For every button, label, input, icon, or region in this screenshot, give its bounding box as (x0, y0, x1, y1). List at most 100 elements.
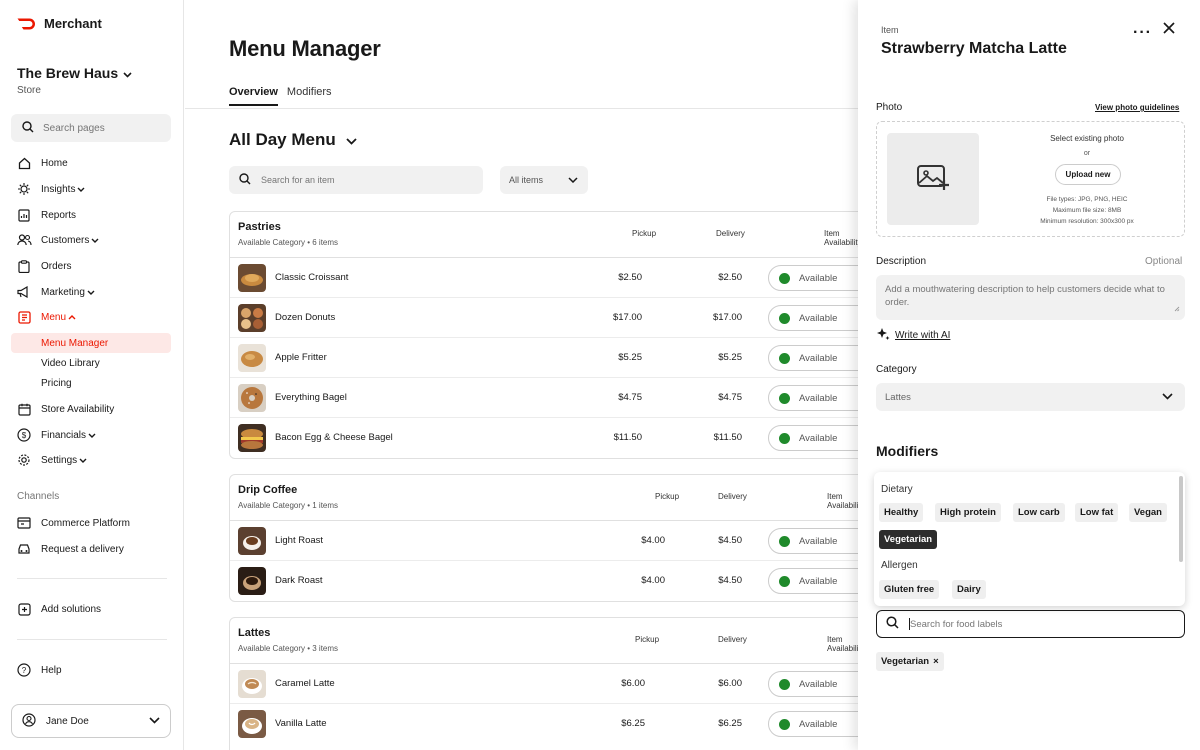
category-header[interactable]: Pastries Available Category • 6 items Pi… (230, 212, 858, 258)
label-chip-dairy[interactable]: Dairy (952, 580, 986, 599)
item-search-input[interactable]: Search for an item (229, 166, 483, 194)
nav-menu[interactable]: Menu (11, 307, 171, 327)
nav-video-library[interactable]: Video Library (11, 353, 171, 373)
availability-status: Available (799, 272, 838, 284)
nav-store-availability[interactable]: Store Availability (11, 399, 171, 419)
page-title: Menu Manager (229, 36, 381, 61)
svg-text:?: ? (22, 666, 27, 675)
description-label: Description (876, 256, 927, 267)
caramel-latte-photo (238, 670, 266, 698)
availability-toggle[interactable]: Available (768, 305, 858, 331)
table-row[interactable]: Dark Roast $4.00 $4.50 Available (230, 561, 858, 601)
availability-toggle[interactable]: Available (768, 265, 858, 291)
item-name: Vanilla Latte (275, 718, 327, 729)
photo-placeholder (887, 133, 979, 225)
status-dot (779, 312, 790, 324)
more-options-icon[interactable]: ··· (1133, 24, 1152, 42)
sidebar-search-input[interactable]: Search pages (11, 114, 171, 142)
availability-status: Available (799, 432, 838, 444)
selected-label-tag[interactable]: Vegetarian × (876, 652, 944, 671)
photo-requirement: File types: JPG, PNG, HEIC (1046, 196, 1128, 203)
label-chip-high-protein[interactable]: High protein (935, 503, 1001, 522)
nav-add-solutions[interactable]: Add solutions (11, 599, 171, 619)
nav-pricing[interactable]: Pricing (11, 373, 171, 393)
category-card: Lattes Available Category • 3 items Pick… (229, 617, 858, 750)
tab-modifiers[interactable]: Modifiers (287, 86, 332, 106)
menu-selector[interactable]: All Day Menu (229, 130, 357, 150)
nav-customers[interactable]: Customers (11, 230, 171, 250)
close-icon[interactable] (1163, 22, 1175, 37)
help-icon: ? (16, 663, 32, 677)
label-chip-low-fat[interactable]: Low fat (1075, 503, 1119, 522)
availability-toggle[interactable]: Available (768, 711, 858, 737)
status-dot (779, 718, 790, 730)
availability-toggle[interactable]: Available (768, 345, 858, 371)
label-chip-healthy[interactable]: Healthy (879, 503, 924, 522)
photo-upload-area[interactable]: Select existing photo or Upload new File… (876, 121, 1185, 237)
store-switcher[interactable]: The Brew Haus (17, 65, 132, 81)
nav-settings-label: Settings (41, 454, 78, 466)
availability-toggle[interactable]: Available (768, 385, 858, 411)
nav-menu-manager[interactable]: Menu Manager (11, 333, 171, 353)
dropdown-scrollbar[interactable] (1179, 476, 1183, 562)
availability-toggle[interactable]: Available (768, 528, 858, 554)
availability-toggle[interactable]: Available (768, 425, 858, 451)
category-subtitle: Available Category • 6 items (238, 238, 339, 247)
item-pickup-price: $5.25 (618, 352, 642, 363)
item-detail-panel: Item Strawberry Matcha Latte ··· Photo V… (858, 0, 1200, 750)
nav-commerce-platform[interactable]: Commerce Platform (11, 513, 171, 533)
tab-overview[interactable]: Overview (229, 86, 278, 106)
label-chip-low-carb[interactable]: Low carb (1013, 503, 1065, 522)
table-row[interactable]: Apple Fritter $5.25 $5.25 Available (230, 338, 858, 378)
item-name: Everything Bagel (275, 392, 347, 403)
items-filter-value: All items (509, 175, 544, 185)
nav-reports[interactable]: Reports (11, 205, 171, 225)
photo-guidelines-link[interactable]: View photo guidelines (1095, 103, 1179, 112)
table-row[interactable]: Dozen Donuts $17.00 $17.00 Available (230, 298, 858, 338)
nav-orders[interactable]: Orders (11, 256, 171, 276)
nav-settings[interactable]: Settings (11, 450, 171, 470)
category-card: Drip Coffee Available Category • 1 items… (229, 474, 858, 602)
column-pickup: Pickup (655, 492, 680, 501)
availability-toggle[interactable]: Available (768, 568, 858, 594)
nav-insights[interactable]: Insights (11, 179, 171, 199)
table-row[interactable]: Classic Croissant $2.50 $2.50 Available (230, 258, 858, 298)
chevron-down-icon (568, 175, 578, 185)
category-select[interactable]: Lattes (876, 383, 1185, 411)
category-value: Lattes (885, 391, 911, 403)
table-row[interactable]: Caramel Latte $6.00 $6.00 Available (230, 664, 858, 704)
upload-new-button[interactable]: Upload new (1055, 164, 1121, 185)
dark-roast-photo (238, 567, 266, 595)
table-row[interactable]: Bacon Egg & Cheese Bagel $11.50 $11.50 A… (230, 418, 858, 458)
write-with-ai-button[interactable]: Write with AI (876, 327, 950, 344)
food-label-search-placeholder: Search for food labels (910, 618, 1003, 630)
nav-menu-label: Menu (41, 311, 67, 323)
label-chip-vegetarian[interactable]: Vegetarian (879, 530, 938, 549)
resize-handle-icon[interactable] (1174, 303, 1180, 316)
description-textarea[interactable]: Add a mouthwatering description to help … (876, 275, 1185, 320)
table-row[interactable]: Vanilla Latte $6.25 $6.25 Available (230, 704, 858, 744)
nav-marketing[interactable]: Marketing (11, 282, 171, 302)
items-filter-dropdown[interactable]: All items (500, 166, 588, 194)
item-delivery-price: $11.50 (713, 432, 742, 443)
nav-request-delivery[interactable]: Request a delivery (11, 539, 171, 559)
apple-fritter-photo (238, 344, 266, 372)
sparkle-icon (876, 327, 890, 344)
food-label-search-input[interactable]: Search for food labels (876, 610, 1185, 638)
table-row[interactable]: Everything Bagel $4.75 $4.75 Available (230, 378, 858, 418)
label-chip-vegan[interactable]: Vegan (1129, 503, 1167, 522)
brand[interactable]: Merchant (17, 16, 102, 31)
user-menu[interactable]: Jane Doe (11, 704, 171, 738)
category-header[interactable]: Drip Coffee Available Category • 1 items… (230, 475, 858, 521)
select-existing-photo[interactable]: Select existing photo (1027, 134, 1147, 143)
status-dot (779, 678, 790, 690)
label-chip-gluten-free[interactable]: Gluten free (879, 580, 940, 599)
category-header[interactable]: Lattes Available Category • 3 items Pick… (230, 618, 858, 664)
availability-toggle[interactable]: Available (768, 671, 858, 697)
remove-icon[interactable]: × (933, 656, 939, 667)
nav-help[interactable]: ? Help (11, 660, 171, 680)
nav-financials[interactable]: $ Financials (11, 425, 171, 445)
table-row[interactable]: Light Roast $4.00 $4.50 Available (230, 521, 858, 561)
nav-home[interactable]: Home (11, 153, 171, 173)
lightbulb-icon (16, 182, 32, 196)
